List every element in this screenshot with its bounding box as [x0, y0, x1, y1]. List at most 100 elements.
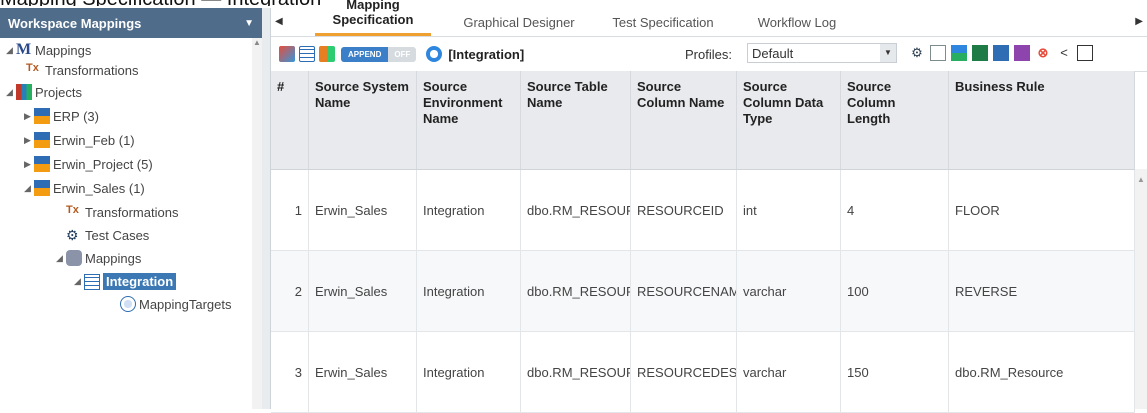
table-row[interactable]: 3 Erwin_Sales Integration dbo.RM_RESOURC…: [271, 332, 1135, 413]
tab-scroll-left-icon[interactable]: ◀: [275, 16, 283, 27]
cell-data-type[interactable]: int: [737, 170, 841, 250]
chevron-down-icon[interactable]: ▼: [244, 18, 254, 29]
expand-icon[interactable]: ◢: [74, 276, 84, 287]
tree-node-sales-mappings[interactable]: ◢ Mappings: [56, 250, 141, 266]
col-header-source-table[interactable]: Source Table Name: [521, 71, 631, 169]
settings-gear-icon[interactable]: ⚙: [909, 45, 925, 61]
cell-source-environment[interactable]: Integration: [417, 332, 521, 412]
projects-grid-icon: [16, 84, 32, 100]
table-row[interactable]: 1 Erwin_Sales Integration dbo.RM_RESOURC…: [271, 170, 1135, 251]
tab-test-specification[interactable]: Test Specification: [605, 15, 721, 36]
cell-source-system[interactable]: Erwin_Sales: [309, 332, 417, 412]
col-header-number[interactable]: #: [271, 71, 309, 169]
project-icon: [34, 108, 50, 124]
tab-scroll-right-icon[interactable]: ▶: [1135, 16, 1143, 27]
cell-business-rule[interactable]: dbo.RM_Resource: [949, 332, 1135, 412]
panel-splitter[interactable]: [262, 8, 271, 409]
share-icon[interactable]: <: [1056, 45, 1072, 61]
tree-node-integration[interactable]: ◢ Integration: [74, 273, 177, 290]
export-icon[interactable]: [1077, 45, 1093, 61]
tree-node-test-cases[interactable]: ⚙ Test Cases: [66, 227, 149, 243]
cell-source-table[interactable]: dbo.RM_RESOURCE: [521, 332, 631, 412]
panel-title: Workspace Mappings: [8, 15, 142, 31]
col-header-source-environment[interactable]: Source Environment Name: [417, 71, 521, 169]
excel-icon[interactable]: [972, 45, 988, 61]
database-icon: [66, 250, 82, 266]
col-header-data-type[interactable]: Source Column Data Type: [737, 71, 841, 169]
delete-icon[interactable]: ⊗: [1035, 45, 1051, 61]
import-icon[interactable]: [319, 46, 335, 62]
tree-scrollbar[interactable]: ▲: [252, 38, 262, 409]
mapping-wizard-icon[interactable]: [279, 46, 295, 62]
profiles-value: Default: [752, 45, 794, 61]
col-header-source-system[interactable]: Source System Name: [309, 71, 417, 169]
scroll-up-icon[interactable]: ▲: [252, 38, 262, 47]
cell-data-type[interactable]: varchar: [737, 251, 841, 331]
cell-business-rule[interactable]: REVERSE: [949, 251, 1135, 331]
context-label: [Integration]: [448, 46, 525, 62]
cell-source-column[interactable]: RESOURCEID: [631, 170, 737, 250]
cell-column-length[interactable]: 100: [841, 251, 949, 331]
cell-source-environment[interactable]: Integration: [417, 251, 521, 331]
tab-workflow-log[interactable]: Workflow Log: [749, 15, 845, 36]
tree-node-transformations[interactable]: Tx Transformations: [26, 62, 138, 78]
etl-icon[interactable]: [951, 45, 967, 61]
tree-node-mappings[interactable]: ◢ M Mappings: [6, 42, 91, 58]
transformations-icon: Tx: [66, 204, 79, 216]
profiles-dropdown[interactable]: Default ▼: [747, 43, 897, 63]
panel-header[interactable]: Workspace Mappings ▼: [0, 8, 262, 38]
cell-source-system[interactable]: Erwin_Sales: [309, 170, 417, 250]
profiles-label: Profiles:: [685, 46, 732, 62]
tree-node-erwin-sales[interactable]: ◢ Erwin_Sales (1): [24, 180, 145, 196]
cell-source-table[interactable]: dbo.RM_RESOURCE: [521, 170, 631, 250]
table-row[interactable]: 2 Erwin_Sales Integration dbo.RM_RESOURC…: [271, 251, 1135, 332]
cell-source-column[interactable]: RESOURCEDESC: [631, 332, 737, 412]
cell-source-system[interactable]: Erwin_Sales: [309, 251, 417, 331]
cell-data-type[interactable]: varchar: [737, 332, 841, 412]
tree-node-erwin-feb[interactable]: ▶ Erwin_Feb (1): [24, 132, 135, 148]
tree-node-projects[interactable]: ◢ Projects: [6, 84, 82, 100]
col-header-column-length[interactable]: Source Column Length: [841, 71, 949, 169]
cell-source-column[interactable]: RESOURCENAME: [631, 251, 737, 331]
grid-view-icon[interactable]: [299, 46, 315, 62]
cell-column-length[interactable]: 4: [841, 170, 949, 250]
save-icon[interactable]: [993, 45, 1009, 61]
mapping-workspace: ◀ Mapping Specification Graphical Design…: [271, 0, 1147, 413]
append-toggle[interactable]: APPEND OFF: [341, 46, 417, 62]
expand-icon[interactable]: ◢: [6, 45, 16, 56]
cell-source-environment[interactable]: Integration: [417, 170, 521, 250]
grid-header: # Source System Name Source Environment …: [271, 71, 1135, 170]
cell-number[interactable]: 2: [271, 251, 309, 331]
tree-node-erp[interactable]: ▶ ERP (3): [24, 108, 99, 124]
tab-mapping-specification[interactable]: Mapping Specification: [315, 0, 431, 36]
collapse-icon[interactable]: ▶: [24, 159, 34, 170]
refresh-icon[interactable]: [426, 46, 443, 62]
gear-icon: ⚙: [66, 227, 79, 243]
scroll-up-icon[interactable]: ▲: [1135, 175, 1147, 184]
collapse-icon[interactable]: ▶: [24, 135, 34, 146]
collapse-icon[interactable]: ▶: [24, 111, 34, 122]
cell-source-table[interactable]: dbo.RM_RESOURCE: [521, 251, 631, 331]
workspace-mappings-panel: Workspace Mappings ▼ ◢ M Mappings Tx Tra…: [0, 8, 263, 409]
col-header-source-column[interactable]: Source Column Name: [631, 71, 737, 169]
cell-column-length[interactable]: 150: [841, 332, 949, 412]
expand-icon[interactable]: ◢: [6, 87, 16, 98]
cell-business-rule[interactable]: FLOOR: [949, 170, 1135, 250]
tab-graphical-designer[interactable]: Graphical Designer: [463, 15, 575, 36]
col-header-business-rule[interactable]: Business Rule: [949, 71, 1135, 169]
tree-node-erwin-project[interactable]: ▶ Erwin_Project (5): [24, 156, 153, 172]
cell-number[interactable]: 3: [271, 332, 309, 412]
cell-number[interactable]: 1: [271, 170, 309, 250]
expand-icon[interactable]: ◢: [24, 183, 34, 194]
search-document-icon[interactable]: [930, 45, 946, 61]
expand-icon[interactable]: ◢: [56, 253, 66, 264]
save-version-icon[interactable]: [1014, 45, 1030, 61]
tab-bar: ◀ Mapping Specification Graphical Design…: [271, 0, 1147, 37]
toolbar-actions: ⚙ ⊗ <: [909, 45, 1098, 61]
grid-scrollbar[interactable]: ▲: [1135, 169, 1147, 409]
tree-node-sales-transformations[interactable]: Tx Transformations: [66, 204, 178, 220]
project-icon: [34, 156, 50, 172]
tree-node-mapping-targets[interactable]: MappingTargets: [120, 296, 232, 312]
toggle-on-label: APPEND: [341, 46, 389, 62]
chevron-down-icon[interactable]: ▼: [880, 44, 896, 62]
